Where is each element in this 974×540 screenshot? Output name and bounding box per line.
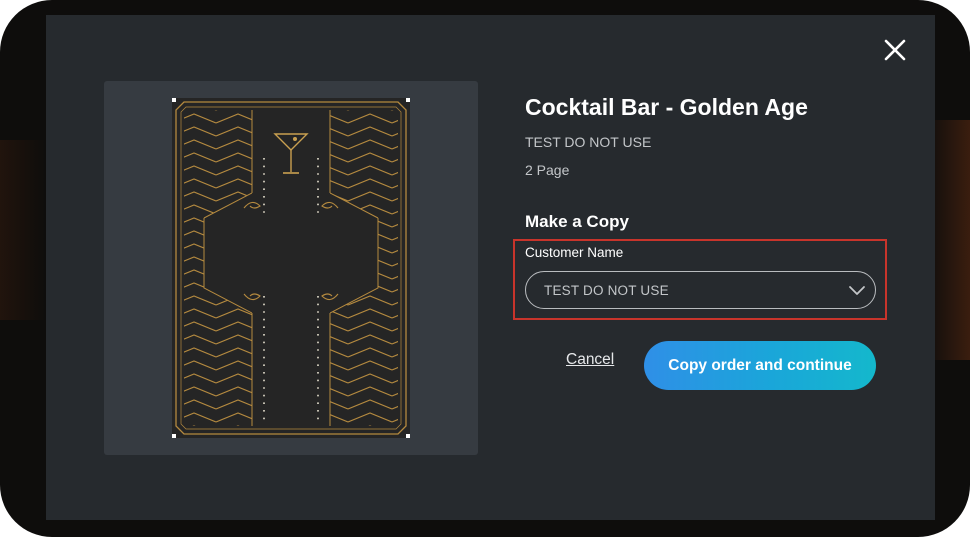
cancel-link[interactable]: Cancel (566, 351, 614, 369)
page-count: 2 Page (525, 162, 570, 178)
close-icon[interactable] (880, 36, 910, 66)
background-glow-left (0, 140, 46, 320)
customer-name-select[interactable]: TEST DO NOT USE (525, 271, 876, 309)
design-title: Cocktail Bar - Golden Age (525, 94, 808, 120)
copy-order-button[interactable]: Copy order and continue (644, 341, 876, 390)
customer-name-value: TEST DO NOT USE (544, 283, 669, 298)
design-preview-panel (104, 81, 478, 455)
design-subtitle: TEST DO NOT USE (525, 134, 652, 150)
menu-cover-thumbnail (172, 98, 410, 438)
chevron-down-icon (849, 286, 865, 295)
make-copy-heading: Make a Copy (525, 212, 629, 231)
customer-name-label: Customer Name (525, 245, 624, 260)
